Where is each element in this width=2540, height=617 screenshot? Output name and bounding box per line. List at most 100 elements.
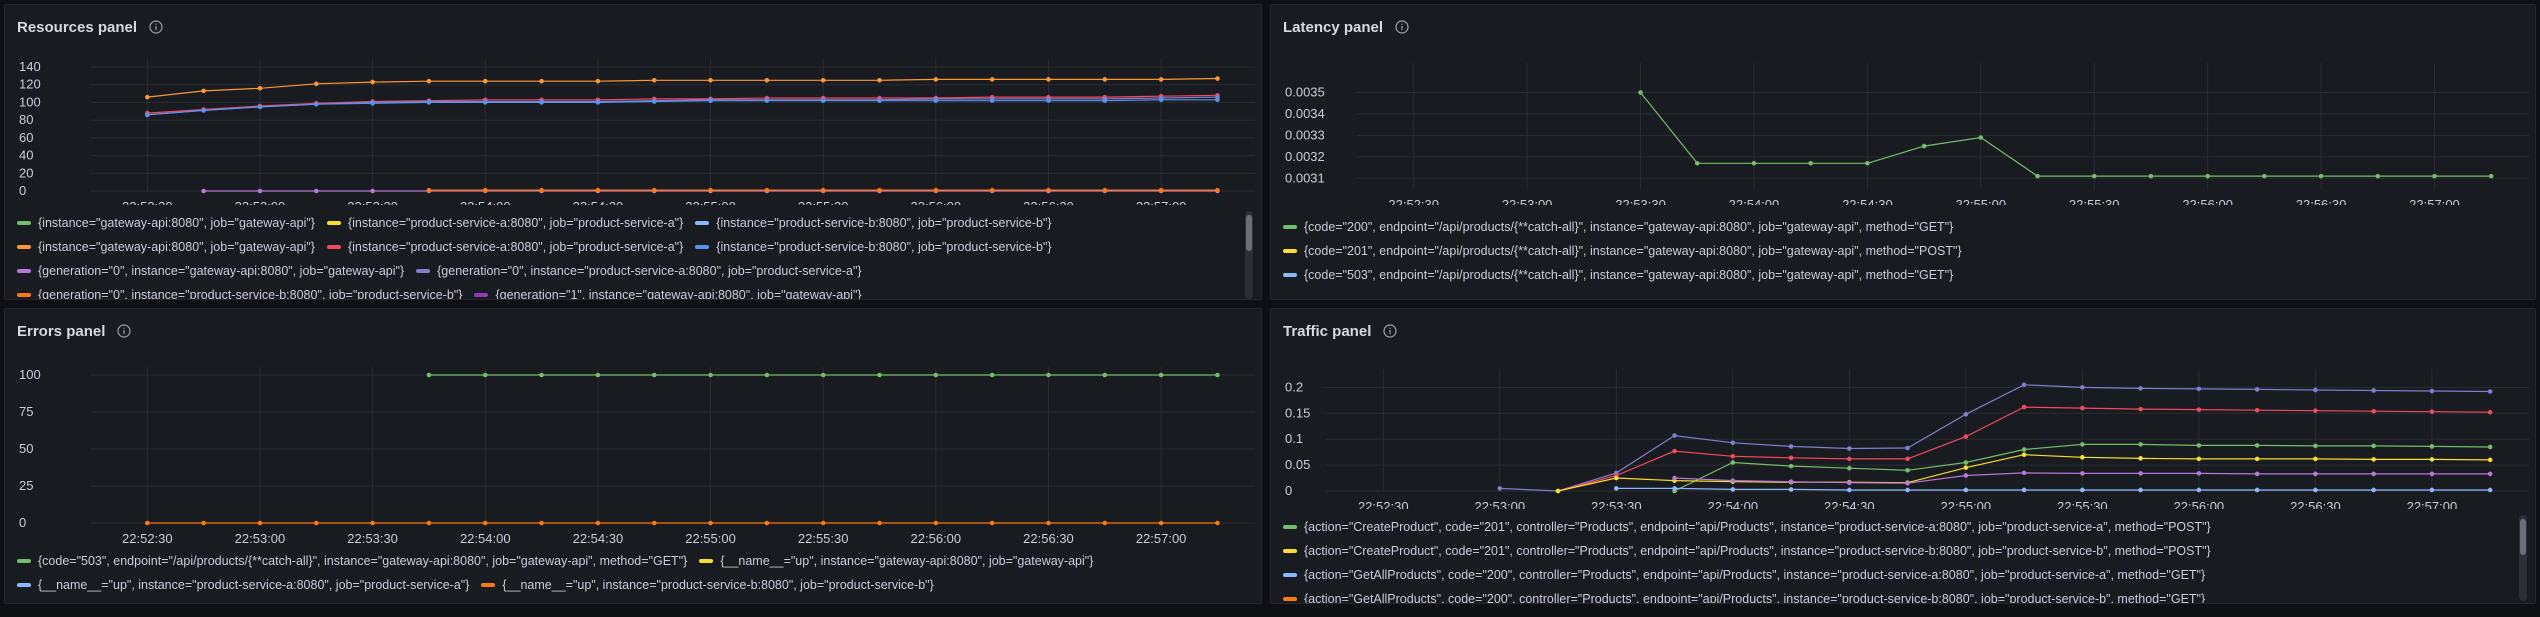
legend-item[interactable]: {code="503", endpoint="/api/products/{**… [17,554,687,568]
data-point[interactable] [313,81,319,87]
legend-item[interactable]: {__name__="up", instance="product-servic… [17,578,469,592]
legend-item[interactable]: {__name__="up", instance="gateway-api:80… [699,554,1093,568]
data-point[interactable] [2080,385,2085,390]
data-point[interactable] [1158,372,1164,378]
data-point[interactable] [764,372,770,378]
data-point[interactable] [1847,487,1852,493]
data-point[interactable] [1963,487,1969,493]
data-point[interactable] [1788,487,1794,492]
data-point[interactable] [1102,372,1108,378]
data-point[interactable] [2080,405,2085,411]
data-point[interactable] [257,520,263,526]
data-point[interactable] [989,520,995,526]
data-point[interactable] [1788,444,1794,449]
data-point[interactable] [370,101,375,106]
series-line[interactable] [147,96,1218,116]
data-point[interactable] [2262,173,2267,179]
data-point[interactable] [933,187,939,193]
data-point[interactable] [2254,487,2260,493]
legend-item[interactable]: {instance="product-service-b:8080", job=… [695,216,1052,230]
data-point[interactable] [2138,406,2143,412]
data-point[interactable] [1046,187,1051,193]
legend-item[interactable]: {instance="gateway-api:8080", job="gatew… [17,240,315,254]
data-point[interactable] [539,78,544,84]
data-point[interactable] [1730,487,1736,492]
data-point[interactable] [1730,460,1736,465]
data-point[interactable] [1788,463,1794,469]
data-point[interactable] [1978,135,1984,140]
data-point[interactable] [426,100,432,105]
data-point[interactable] [764,77,770,83]
data-point[interactable] [1555,488,1561,494]
data-point[interactable] [2196,386,2202,392]
data-point[interactable] [651,372,657,378]
data-point[interactable] [2371,471,2376,477]
latency-chart[interactable]: 0.0035 0.0034 0.0033 0.0032 0.0031 22:52:30 22… [1271,5,2536,205]
data-point[interactable] [989,187,995,193]
data-point[interactable] [2021,382,2027,388]
data-point[interactable] [2371,388,2376,393]
data-point[interactable] [539,100,544,105]
data-point[interactable] [877,187,882,193]
data-point[interactable] [820,98,826,103]
data-point[interactable] [370,79,375,85]
data-point[interactable] [2196,471,2202,476]
data-point[interactable] [370,520,375,526]
data-point[interactable] [201,108,206,113]
data-point[interactable] [1905,467,1910,473]
data-point[interactable] [2254,387,2260,392]
data-point[interactable] [877,98,882,103]
data-point[interactable] [145,94,150,100]
legend-item[interactable]: {action="CreateProduct", code="201", con… [1283,520,2211,534]
data-point[interactable] [1672,486,1677,491]
data-point[interactable] [764,98,770,103]
data-point[interactable] [933,98,939,103]
legend-item[interactable]: {__name__="up", instance="product-servic… [481,578,934,592]
data-point[interactable] [2429,444,2435,449]
data-point[interactable] [1102,187,1108,193]
data-point[interactable] [2371,408,2376,414]
data-point[interactable] [257,104,263,110]
data-point[interactable] [2371,443,2376,449]
resources-legend-scrollbar-thumb[interactable] [1246,215,1252,251]
data-point[interactable] [426,187,432,193]
legend-item[interactable]: {generation="1", instance="gateway-api:8… [474,288,862,299]
legend-item[interactable]: {instance="product-service-b:8080", job=… [695,240,1052,254]
data-point[interactable] [708,520,713,526]
data-point[interactable] [1158,187,1164,193]
data-point[interactable] [2138,386,2143,391]
data-point[interactable] [1921,143,1927,149]
data-point[interactable] [989,77,995,82]
data-point[interactable] [482,78,488,84]
data-point[interactable] [1905,480,1910,486]
data-point[interactable] [933,77,939,82]
data-point[interactable] [877,372,882,378]
data-point[interactable] [2035,173,2040,179]
data-point[interactable] [708,98,713,103]
data-point[interactable] [1788,479,1794,484]
data-point[interactable] [2313,471,2318,477]
data-point[interactable] [1905,445,1910,451]
data-point[interactable] [1046,520,1051,526]
data-point[interactable] [989,372,995,378]
data-point[interactable] [313,101,319,107]
legend-item[interactable]: {action="GetAllProducts", code="200", co… [1283,568,2205,582]
data-point[interactable] [1865,160,1870,166]
data-point[interactable] [595,187,601,193]
data-point[interactable] [2313,487,2318,493]
data-point[interactable] [1102,98,1108,103]
data-point[interactable] [2148,173,2154,179]
data-point[interactable] [1694,160,1700,166]
data-point[interactable] [426,78,432,84]
data-point[interactable] [2487,487,2493,493]
data-point[interactable] [313,520,319,526]
legend-item[interactable]: {action="CreateProduct", code="201", con… [1283,544,2211,558]
data-point[interactable] [877,77,882,83]
data-point[interactable] [2138,442,2143,447]
data-point[interactable] [933,372,939,378]
errors-chart[interactable]: 100 75 50 25 0 22:52:30 22:53:00 22:53:30 22:54:… [5,309,1262,553]
data-point[interactable] [1158,520,1164,526]
data-point[interactable] [2080,455,2085,460]
series-line[interactable] [147,77,1218,98]
data-point[interactable] [1672,475,1677,481]
